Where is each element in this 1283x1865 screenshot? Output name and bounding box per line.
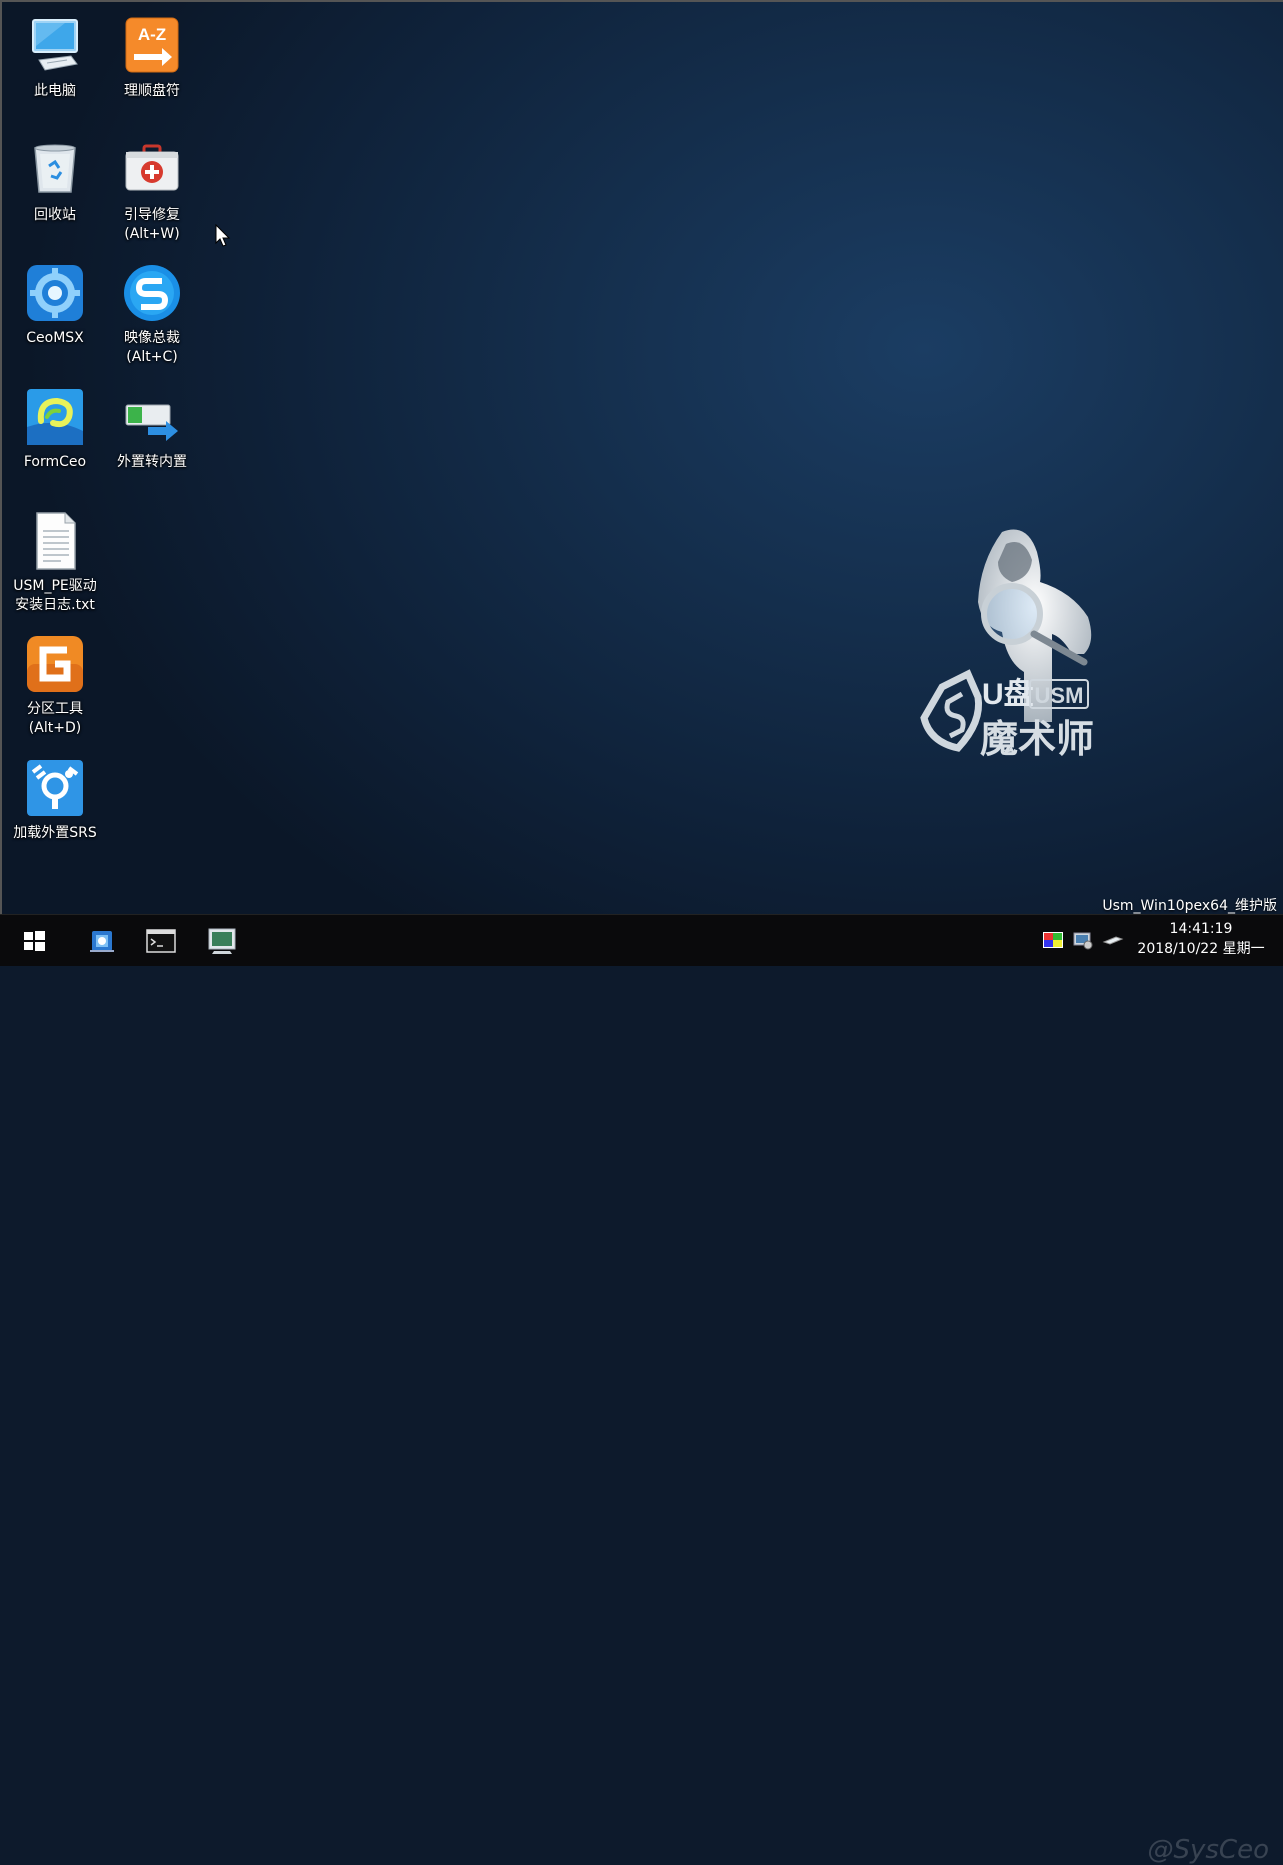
desktop-icon-label: 加载外置SRS — [13, 825, 97, 841]
taskbar-network-app-button[interactable] — [84, 923, 120, 959]
desktop-icon-driver-log[interactable]: USM_PE驱动 安装日志.txt — [7, 511, 103, 615]
az-sort-icon: A-Z — [122, 16, 182, 76]
text-file-icon — [25, 511, 85, 571]
svg-text:A-Z: A-Z — [138, 25, 166, 44]
partition-tool-icon — [25, 634, 85, 694]
command-prompt-icon — [146, 929, 176, 953]
desktop-icon-ceomsx[interactable]: CeoMSX — [7, 263, 103, 348]
mouse-cursor-icon — [215, 223, 231, 252]
desktop-icon-image-manager[interactable]: 映像总裁 (Alt+C) — [104, 263, 200, 367]
desktop-icon-label: 引导修复 (Alt+W) — [124, 207, 180, 242]
transfer-arrow-icon — [122, 387, 182, 447]
logo-badge-usm: USM — [1035, 683, 1084, 708]
computer-icon — [25, 16, 85, 76]
desktop-icon-label: CeoMSX — [26, 330, 84, 346]
taskbar-explorer-button[interactable] — [204, 923, 240, 959]
desktop-icon-recycle-bin[interactable]: 回收站 — [7, 140, 103, 225]
desktop-icon-external-to-internal[interactable]: 外置转内置 — [104, 387, 200, 472]
clock-date: 2018/10/22 星期一 — [1137, 941, 1265, 957]
ceomsx-gear-icon — [25, 263, 85, 323]
taskbar-command-prompt-button[interactable] — [143, 923, 179, 959]
tray-drive-icon[interactable] — [1102, 930, 1124, 950]
tray-network-icon[interactable] — [1072, 930, 1094, 950]
desktop-icon-label: USM_PE驱动 安装日志.txt — [13, 578, 97, 613]
windows-logo-icon — [24, 931, 45, 951]
desktop-icon-load-external-srs[interactable]: 加载外置SRS — [7, 758, 103, 843]
desktop-icon-label: FormCeo — [23, 454, 87, 470]
image-manager-s-icon — [122, 263, 182, 323]
logo-text-magician: 魔术师 — [980, 719, 1094, 761]
desktop-icon-label: 理顺盘符 — [124, 83, 180, 99]
watermark: @SysCeo — [1147, 1835, 1270, 1865]
recycle-bin-icon — [25, 140, 85, 200]
edition-label: Usm_Win10pex64_维护版 — [1102, 898, 1277, 914]
computer-window-icon — [208, 928, 236, 954]
desktop: 此电脑 回收站 CeoMSX FormCeo USM_PE驱动 安装日志.txt… — [0, 0, 1283, 914]
desktop-icon-formceo[interactable]: FormCeo — [7, 387, 103, 472]
tray-color-icon[interactable] — [1042, 930, 1064, 950]
formceo-icon — [25, 387, 85, 447]
desktop-icon-label: 此电脑 — [34, 83, 76, 99]
wallpaper-logo: U盘 USM 魔术师 — [912, 522, 1112, 772]
desktop-icon-boot-repair[interactable]: 引导修复 (Alt+W) — [104, 140, 200, 244]
taskbar: 14:41:19 2018/10/22 星期一 @SysCeo — [0, 914, 1283, 1865]
network-computers-icon — [90, 931, 114, 952]
taskbar-clock[interactable]: 14:41:19 2018/10/22 星期一 — [1131, 919, 1271, 959]
clock-time: 14:41:19 — [1169, 921, 1233, 937]
desktop-icon-label: 外置转内置 — [117, 454, 187, 470]
desktop-icon-drive-letter-sort[interactable]: A-Z 理顺盘符 — [104, 16, 200, 101]
desktop-icon-label: 映像总裁 (Alt+C) — [124, 330, 180, 365]
start-button[interactable] — [16, 923, 52, 959]
desktop-icon-partition-tool[interactable]: 分区工具 (Alt+D) — [7, 634, 103, 738]
srs-driver-icon — [25, 758, 85, 818]
desktop-icon-label: 回收站 — [34, 207, 76, 223]
desktop-icon-label: 分区工具 (Alt+D) — [27, 701, 83, 736]
first-aid-kit-icon — [122, 140, 182, 200]
logo-text-u-disk: U盘 — [982, 677, 1034, 711]
desktop-icon-this-pc[interactable]: 此电脑 — [7, 16, 103, 101]
